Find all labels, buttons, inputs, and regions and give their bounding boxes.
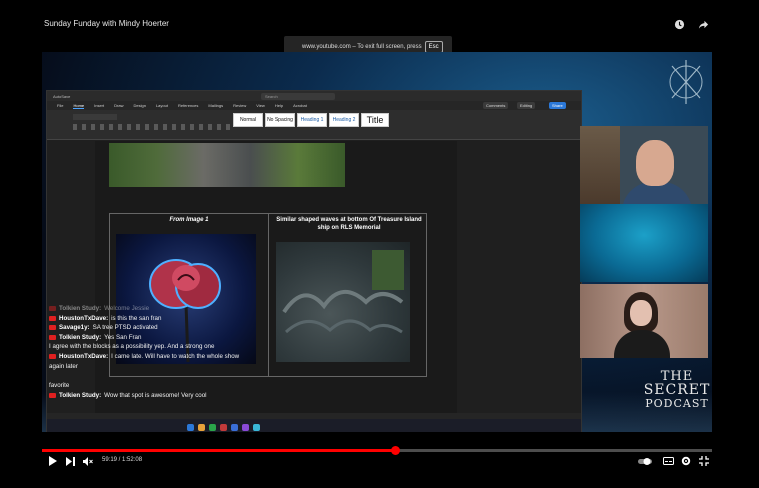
files-icon[interactable] bbox=[198, 423, 205, 431]
share-icon[interactable] bbox=[697, 18, 709, 30]
chat-author: Tolkien Study: bbox=[59, 333, 102, 341]
chat-message: Tolkien Study: Wow that spot is awesome!… bbox=[49, 391, 289, 401]
chat-message: again later bbox=[49, 362, 289, 372]
styles-gallery: Normal No Spacing Heading 1 Heading 2 Ti… bbox=[233, 113, 389, 127]
time-display: 59:19 / 1:52:08 bbox=[102, 457, 143, 463]
app-icon[interactable] bbox=[220, 423, 227, 431]
progress-played bbox=[42, 449, 396, 452]
tab-view[interactable]: View bbox=[256, 103, 265, 108]
logo-line-3: PODCAST bbox=[645, 397, 709, 410]
host-webcam-2 bbox=[580, 284, 708, 358]
chat-text: Wow that spot is awesome! Very cool bbox=[104, 391, 207, 399]
share-button[interactable]: Share bbox=[549, 102, 566, 109]
chat-message: Tolkien Study: Welcome Jessie bbox=[49, 304, 289, 314]
windows-taskbar bbox=[47, 419, 581, 432]
browser-icon[interactable] bbox=[209, 423, 216, 431]
start-icon[interactable] bbox=[187, 423, 194, 431]
tab-home[interactable]: Home bbox=[73, 103, 85, 109]
tab-mailings[interactable]: Mailings bbox=[208, 103, 223, 108]
chat-message: Tolkien Study: Yes San Fran bbox=[49, 333, 289, 343]
tab-draw[interactable]: Draw bbox=[114, 103, 123, 108]
clock-icon[interactable] bbox=[673, 18, 685, 30]
host-2-face bbox=[630, 300, 652, 326]
tab-acrobat[interactable]: Acrobat bbox=[293, 103, 307, 108]
style-no-spacing[interactable]: No Spacing bbox=[265, 113, 295, 127]
word-ribbon: Normal No Spacing Heading 1 Heading 2 Ti… bbox=[47, 110, 581, 140]
chat-message: HoustonTxDave: I came late. Will have to… bbox=[49, 352, 289, 362]
video-frame[interactable]: AutoSave Search File Home Insert Draw De… bbox=[42, 52, 712, 432]
chat-author: HoustonTxDave: bbox=[59, 314, 109, 322]
settings-icon[interactable] bbox=[680, 454, 692, 468]
editing-button[interactable]: Editing bbox=[517, 102, 536, 109]
top-actions bbox=[673, 18, 709, 30]
chat-text: again later bbox=[49, 362, 78, 370]
chat-author: Savage1y: bbox=[59, 324, 90, 332]
host-1-face bbox=[636, 140, 674, 186]
app-icon[interactable] bbox=[253, 423, 260, 431]
chat-author: HoustonTxDave: bbox=[59, 352, 109, 360]
tab-file[interactable]: File bbox=[57, 103, 63, 108]
font-name-box[interactable] bbox=[73, 114, 117, 120]
chat-text: is this the san fran bbox=[111, 314, 162, 322]
next-icon[interactable] bbox=[64, 454, 76, 468]
bookshelf bbox=[580, 126, 620, 204]
fullscreen-toast-message: www.youtube.com – To exit full screen, p… bbox=[302, 44, 422, 50]
memorial-photo bbox=[109, 143, 345, 187]
app-icon[interactable] bbox=[242, 423, 249, 431]
chat-text: SA tree PTSD activated bbox=[92, 324, 158, 332]
video-title: Sunday Funday with Mindy Hoerter bbox=[44, 19, 169, 28]
fullscreen-exit-icon[interactable] bbox=[698, 454, 710, 468]
chat-message: I agree with the blocks as a possibility… bbox=[49, 342, 289, 352]
mute-icon[interactable] bbox=[82, 454, 94, 468]
chat-author: Tolkien Study: bbox=[59, 305, 102, 312]
youtube-icon bbox=[49, 306, 56, 311]
col1-heading: From Image 1 bbox=[169, 217, 209, 223]
play-icon[interactable] bbox=[46, 454, 58, 468]
captions-icon[interactable] bbox=[662, 454, 674, 468]
chat-author: Tolkien Study: bbox=[59, 391, 102, 399]
tab-references[interactable]: References bbox=[178, 103, 198, 108]
autosave-toggle[interactable]: AutoSave bbox=[53, 94, 70, 99]
the-secret-podcast-logo: THE SECRET PODCAST bbox=[622, 370, 712, 410]
tab-design[interactable]: Design bbox=[133, 103, 145, 108]
tab-review[interactable]: Review bbox=[233, 103, 246, 108]
chat-message: favorite bbox=[49, 381, 289, 391]
style-heading-2[interactable]: Heading 2 bbox=[329, 113, 359, 127]
chat-message: Savage1y: SA tree PTSD activated bbox=[49, 323, 289, 333]
style-normal[interactable]: Normal bbox=[233, 113, 263, 127]
tab-layout[interactable]: Layout bbox=[156, 103, 168, 108]
autoplay-toggle-icon[interactable] bbox=[638, 454, 652, 468]
comments-button[interactable]: Comments bbox=[483, 102, 509, 109]
youtube-icon bbox=[49, 334, 56, 340]
col2-heading: Similar shaped waves at bottom Of Treasu… bbox=[276, 217, 422, 231]
chat-text: I agree with the blocks as a possibility… bbox=[49, 343, 215, 351]
word-search-box[interactable]: Search bbox=[261, 93, 335, 100]
youtube-icon bbox=[49, 353, 56, 359]
live-chat-overlay: Tolkien Study: Welcome Jessie HoustonTxD… bbox=[49, 304, 289, 400]
youtube-icon bbox=[49, 315, 56, 321]
chat-text: I came late. Will have to watch the whol… bbox=[111, 352, 240, 360]
youtube-icon bbox=[49, 392, 56, 398]
compass-logo-icon bbox=[669, 60, 703, 104]
chat-text: favorite bbox=[49, 382, 70, 390]
word-icon[interactable] bbox=[231, 423, 238, 431]
logo-line-2: SECRET bbox=[643, 382, 711, 398]
format-tools[interactable] bbox=[73, 124, 233, 130]
chat-message: HoustonTxDave: is this the san fran bbox=[49, 314, 289, 324]
style-title[interactable]: Title bbox=[361, 113, 389, 127]
host-webcam-1 bbox=[580, 126, 708, 204]
water-panel bbox=[580, 204, 708, 282]
style-heading-1[interactable]: Heading 1 bbox=[297, 113, 327, 127]
player-controls: 59:19 / 1:52:08 bbox=[42, 454, 712, 468]
progress-bar[interactable] bbox=[42, 446, 712, 455]
chat-text: Yes San Fran bbox=[104, 333, 142, 341]
wave-sculpture-image bbox=[276, 242, 410, 362]
tab-help[interactable]: Help bbox=[275, 103, 283, 108]
chat-text: Welcome Jessie bbox=[104, 305, 150, 312]
tab-insert[interactable]: Insert bbox=[94, 103, 104, 108]
youtube-icon bbox=[49, 325, 56, 331]
